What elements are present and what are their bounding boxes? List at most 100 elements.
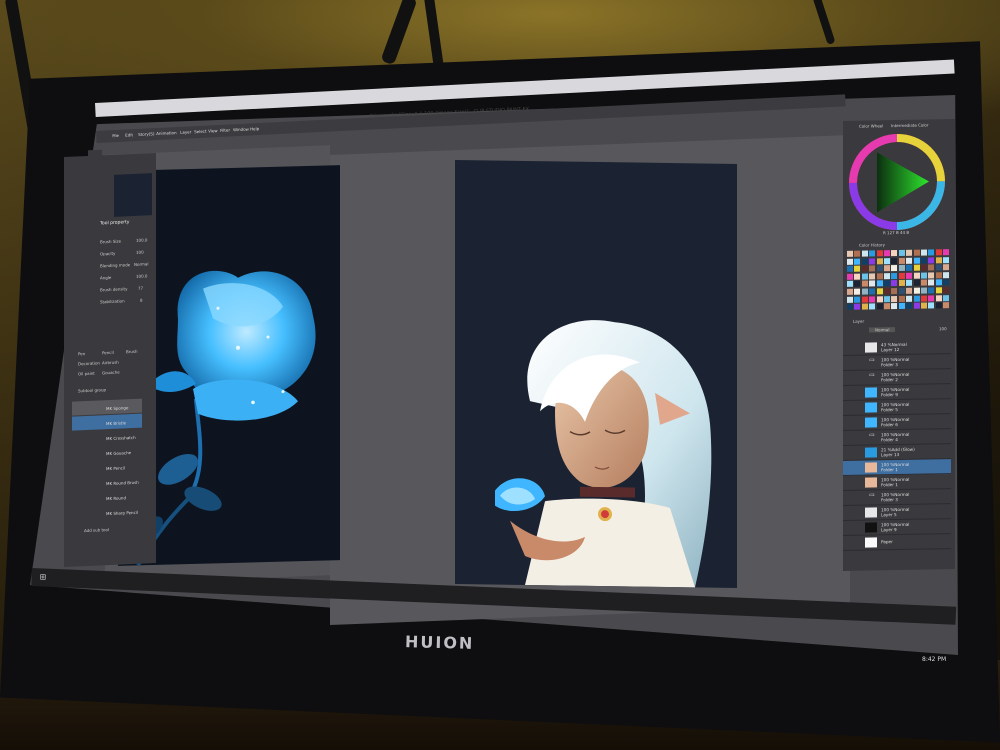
color-swatch[interactable] <box>935 256 942 263</box>
menu-filter[interactable]: Filter <box>220 127 230 132</box>
menu-animation[interactable]: Animation <box>156 130 177 136</box>
color-swatch[interactable] <box>884 272 890 280</box>
color-swatch[interactable] <box>943 249 950 256</box>
color-swatch[interactable] <box>921 279 927 287</box>
color-swatch[interactable] <box>943 256 950 263</box>
subtool-tab-decoration[interactable]: Decoration <box>78 360 100 366</box>
menu-story[interactable]: Story(S) <box>138 131 154 137</box>
color-swatch[interactable] <box>943 294 950 301</box>
color-swatch[interactable] <box>935 264 942 271</box>
angle-value[interactable]: 100.0 <box>136 273 147 279</box>
color-swatch[interactable] <box>869 303 876 310</box>
color-swatch[interactable] <box>869 258 876 265</box>
color-swatch[interactable] <box>854 303 861 310</box>
color-swatch[interactable] <box>854 288 861 295</box>
color-swatch[interactable] <box>891 295 898 302</box>
color-swatch[interactable] <box>943 302 950 309</box>
color-swatch[interactable] <box>847 281 853 288</box>
color-swatch[interactable] <box>854 265 861 272</box>
color-swatch[interactable] <box>906 287 913 294</box>
menu-select[interactable]: Select <box>194 129 207 135</box>
brush-size-value[interactable]: 100.0 <box>136 237 147 243</box>
color-swatch[interactable] <box>921 257 927 264</box>
navigator-thumbnail[interactable] <box>114 173 152 217</box>
menu-edit[interactable]: Edit <box>125 132 133 137</box>
color-swatch[interactable] <box>891 265 898 272</box>
color-wheel[interactable] <box>847 131 947 233</box>
color-swatch[interactable] <box>876 257 883 264</box>
color-swatch[interactable] <box>847 250 853 257</box>
menu-window[interactable]: Window <box>233 127 249 133</box>
color-swatch[interactable] <box>906 257 913 264</box>
color-swatch[interactable] <box>898 257 905 264</box>
color-swatch[interactable] <box>913 280 920 287</box>
color-swatch[interactable] <box>847 303 853 311</box>
color-swatch[interactable] <box>898 287 905 295</box>
color-swatch[interactable] <box>921 264 927 271</box>
color-swatch[interactable] <box>876 273 883 280</box>
color-swatch[interactable] <box>943 279 950 286</box>
opacity-value[interactable]: 100 <box>136 250 144 255</box>
color-swatch[interactable] <box>898 265 905 272</box>
color-swatch[interactable] <box>854 296 861 303</box>
color-swatch[interactable] <box>921 287 927 294</box>
subtool-tab-airbrush[interactable]: Airbrush <box>102 360 119 366</box>
color-swatch[interactable] <box>861 303 868 310</box>
color-swatch[interactable] <box>913 302 920 309</box>
color-swatch[interactable] <box>906 272 913 279</box>
color-swatch[interactable] <box>876 288 883 295</box>
color-swatch[interactable] <box>854 273 861 280</box>
layer-row[interactable]: Paper <box>843 534 951 551</box>
color-swatch[interactable] <box>876 265 883 272</box>
color-swatch[interactable] <box>906 280 913 287</box>
color-swatch[interactable] <box>928 264 935 271</box>
color-swatch[interactable] <box>921 295 927 302</box>
tab-intermediate-color[interactable]: Intermediate Color <box>891 122 929 128</box>
color-swatch[interactable] <box>913 249 920 256</box>
color-swatch[interactable] <box>884 295 890 302</box>
color-swatch[interactable] <box>876 250 883 257</box>
color-history-swatches[interactable] <box>847 249 951 313</box>
color-swatch[interactable] <box>884 250 890 257</box>
color-swatch[interactable] <box>928 249 935 256</box>
layer-opacity-value[interactable]: 100 <box>939 326 947 331</box>
color-swatch[interactable] <box>884 280 890 287</box>
color-swatch[interactable] <box>861 265 868 272</box>
blending-mode-select[interactable]: Normal <box>134 261 148 267</box>
brush-density-value[interactable]: 77 <box>138 286 143 291</box>
color-swatch[interactable] <box>906 249 913 256</box>
color-swatch[interactable] <box>943 271 950 279</box>
color-swatch[interactable] <box>928 256 935 264</box>
color-swatch[interactable] <box>869 273 876 280</box>
color-swatch[interactable] <box>869 265 876 272</box>
color-swatch[interactable] <box>891 280 898 287</box>
color-swatch[interactable] <box>861 280 868 288</box>
color-swatch[interactable] <box>869 288 876 295</box>
color-swatch[interactable] <box>913 257 920 264</box>
color-swatch[interactable] <box>861 250 868 257</box>
menu-view[interactable]: View <box>208 128 218 133</box>
color-swatch[interactable] <box>861 288 868 295</box>
color-swatch[interactable] <box>898 295 905 302</box>
color-swatch[interactable] <box>891 303 898 310</box>
color-swatch[interactable] <box>884 288 890 295</box>
color-swatch[interactable] <box>935 302 942 309</box>
tab-color-wheel[interactable]: Color Wheel <box>859 123 883 128</box>
color-swatch[interactable] <box>861 258 868 265</box>
subtool-tab-pencil[interactable]: Pencil <box>102 350 114 356</box>
color-swatch[interactable] <box>891 257 898 264</box>
color-swatch[interactable] <box>876 280 883 287</box>
brush-item[interactable]: MK Sharp Pencil <box>72 504 142 521</box>
color-swatch[interactable] <box>854 250 861 257</box>
color-swatch[interactable] <box>935 249 942 256</box>
color-swatch[interactable] <box>869 296 876 303</box>
color-swatch[interactable] <box>861 273 868 280</box>
color-swatch[interactable] <box>928 302 935 309</box>
color-swatch[interactable] <box>854 281 861 288</box>
color-swatch[interactable] <box>898 249 905 257</box>
color-swatch[interactable] <box>884 257 890 264</box>
color-swatch[interactable] <box>943 287 950 294</box>
color-swatch[interactable] <box>891 272 898 279</box>
windows-start-icon[interactable]: ⊞ <box>39 572 46 581</box>
color-swatch[interactable] <box>884 303 890 310</box>
